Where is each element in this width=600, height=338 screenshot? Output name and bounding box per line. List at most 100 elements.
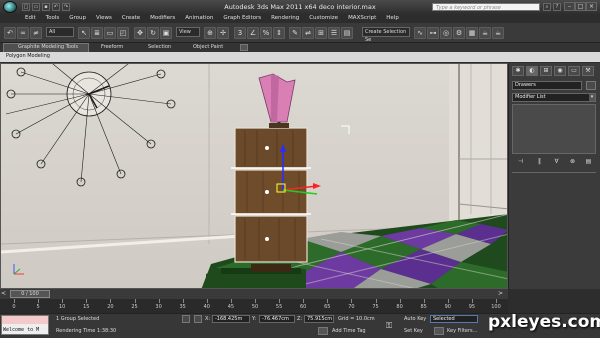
window-crossing-icon[interactable]: ◰ [117, 27, 129, 39]
select-scale-icon[interactable]: ▣ [160, 27, 172, 39]
absolute-mode-icon[interactable] [194, 315, 202, 323]
link-icon[interactable]: ∞ [17, 27, 29, 39]
time-slider-thumb[interactable]: 0 / 100 [10, 290, 50, 298]
auto-key-button[interactable]: Auto Key [404, 316, 426, 322]
timeline-tick-label: 55 [275, 304, 283, 310]
viewport-axis-tripod-icon [13, 264, 24, 275]
create-panel-icon[interactable]: ✱ [512, 66, 524, 76]
time-slider-track[interactable] [0, 289, 508, 299]
render-active-icon[interactable]: ☕ [492, 27, 504, 39]
menu-modifiers[interactable]: Modifiers [145, 14, 180, 23]
x-coordinate-field[interactable]: -168.425m [212, 315, 250, 323]
material-editor-icon[interactable]: ◎ [440, 27, 452, 39]
mirror-icon[interactable]: ⇌ [302, 27, 314, 39]
object-name-field[interactable]: Drawers [512, 81, 582, 90]
named-selection-dropdown[interactable]: Create Selection Se [362, 27, 410, 43]
minimize-button[interactable]: – [564, 2, 575, 11]
edit-named-sets-icon[interactable]: ✎ [289, 27, 301, 39]
key-filters-button[interactable]: Key Filters... [447, 328, 477, 334]
add-time-tag-button[interactable]: Add Time Tag [332, 328, 366, 334]
selection-lock-icon[interactable] [182, 315, 190, 323]
menu-customize[interactable]: Customize [304, 14, 343, 23]
perspective-viewport[interactable] [0, 63, 508, 289]
timeline-tick-mark [14, 299, 15, 303]
chevron-down-icon[interactable]: ▾ [589, 94, 595, 101]
menu-rendering[interactable]: Rendering [266, 14, 304, 23]
hierarchy-panel-icon[interactable]: ⊞ [540, 66, 552, 76]
timeline-tick-label: 40 [203, 304, 210, 310]
percent-snap-icon[interactable]: % [260, 27, 272, 39]
window-frame [449, 64, 507, 224]
tab-freeform[interactable]: Freeform [97, 44, 127, 51]
ribbon-panel-label[interactable]: Polygon Modeling [6, 53, 50, 59]
timeline-tick-label: 15 [83, 304, 90, 310]
maximize-button[interactable]: □ [575, 2, 586, 11]
pivot-center-icon[interactable]: ⊕ [204, 27, 216, 39]
time-prev-icon[interactable]: < [1, 290, 9, 298]
tab-selection[interactable]: Selection [144, 44, 175, 51]
render-setup-icon[interactable]: ⚙ [453, 27, 465, 39]
remove-modifier-icon[interactable]: ⊗ [568, 158, 577, 166]
search-input[interactable]: Type a keyword or phrase [432, 3, 540, 11]
select-manipulate-icon[interactable]: ✢ [217, 27, 229, 39]
x-label: X: [205, 316, 211, 322]
timeline-tick-label: 30 [155, 304, 162, 310]
pin-stack-icon[interactable]: ⊣ [516, 158, 525, 166]
unlink-icon[interactable]: ≠ [30, 27, 42, 39]
motion-panel-icon[interactable]: ◉ [554, 66, 566, 76]
time-next-icon[interactable]: > [498, 290, 506, 298]
drawer-knob [265, 237, 269, 241]
search-icon[interactable]: ⌕ [543, 3, 551, 11]
utilities-panel-icon[interactable]: ⚒ [582, 66, 594, 76]
reference-coord-dropdown[interactable]: View [176, 27, 200, 37]
select-rotate-icon[interactable]: ↻ [147, 27, 159, 39]
rect-selection-icon[interactable]: ▭ [104, 27, 116, 39]
rendered-frame-icon[interactable]: ▦ [466, 27, 478, 39]
make-unique-icon[interactable]: ∀ [552, 158, 561, 166]
display-panel-icon[interactable]: ▭ [568, 66, 580, 76]
undo-toolbar-icon[interactable]: ↶ [4, 27, 16, 39]
menu-edit[interactable]: Edit [20, 14, 41, 23]
graphite-toggle-icon[interactable]: ▤ [341, 27, 353, 39]
menu-group[interactable]: Group [64, 14, 91, 23]
angle-snap-icon[interactable]: ∠ [247, 27, 259, 39]
tab-object-paint[interactable]: Object Paint [189, 44, 227, 51]
configure-modifier-sets-icon[interactable]: ▤ [584, 158, 593, 166]
align-icon[interactable]: ⊞ [315, 27, 327, 39]
watermark-logo: pxleyes.com [488, 312, 600, 332]
menu-create[interactable]: Create [117, 14, 145, 23]
key-icon[interactable]: ⚿ [386, 322, 398, 330]
layer-manager-icon[interactable]: ☰ [328, 27, 340, 39]
select-by-name-icon[interactable]: ≣ [91, 27, 103, 39]
tab-graphite-modeling-tools[interactable]: Graphite Modeling Tools [14, 44, 82, 51]
modifier-stack[interactable] [512, 104, 596, 154]
ribbon-options-icon[interactable] [240, 44, 248, 51]
menu-views[interactable]: Views [91, 14, 117, 23]
z-coordinate-field[interactable]: 75.915cm [304, 315, 334, 323]
time-tag-icon[interactable] [318, 327, 328, 335]
show-end-result-icon[interactable]: ‖ [535, 158, 544, 166]
close-button[interactable]: × [586, 2, 597, 11]
snaps-toggle-icon[interactable]: 3 [234, 27, 246, 39]
menu-graph-editors[interactable]: Graph Editors [218, 14, 266, 23]
menu-help[interactable]: Help [381, 14, 404, 23]
menu-maxscript[interactable]: MAXScript [343, 14, 381, 23]
render-production-icon[interactable]: ☕ [479, 27, 491, 39]
help-icon[interactable]: ? [553, 3, 561, 11]
modifier-list-dropdown[interactable]: Modifier List [512, 93, 596, 102]
schematic-view-icon[interactable]: ⊶ [427, 27, 439, 39]
modify-panel-icon[interactable]: ◐ [526, 66, 538, 76]
key-mode-dropdown[interactable]: Selected [430, 315, 478, 323]
menu-animation[interactable]: Animation [180, 14, 218, 23]
y-coordinate-field[interactable]: -76.467cm [259, 315, 295, 323]
object-color-swatch[interactable] [586, 81, 596, 90]
curve-editor-icon[interactable]: ∿ [414, 27, 426, 39]
set-key-button[interactable]: Set Key [404, 328, 423, 334]
key-filter-icon[interactable] [434, 327, 444, 335]
selection-filter-dropdown[interactable]: All [46, 27, 74, 37]
maxscript-input-line[interactable] [2, 316, 48, 324]
select-move-icon[interactable]: ✥ [134, 27, 146, 39]
select-object-icon[interactable]: ↖ [78, 27, 90, 39]
spinner-snap-icon[interactable]: ⇕ [273, 27, 285, 39]
menu-tools[interactable]: Tools [41, 14, 65, 23]
